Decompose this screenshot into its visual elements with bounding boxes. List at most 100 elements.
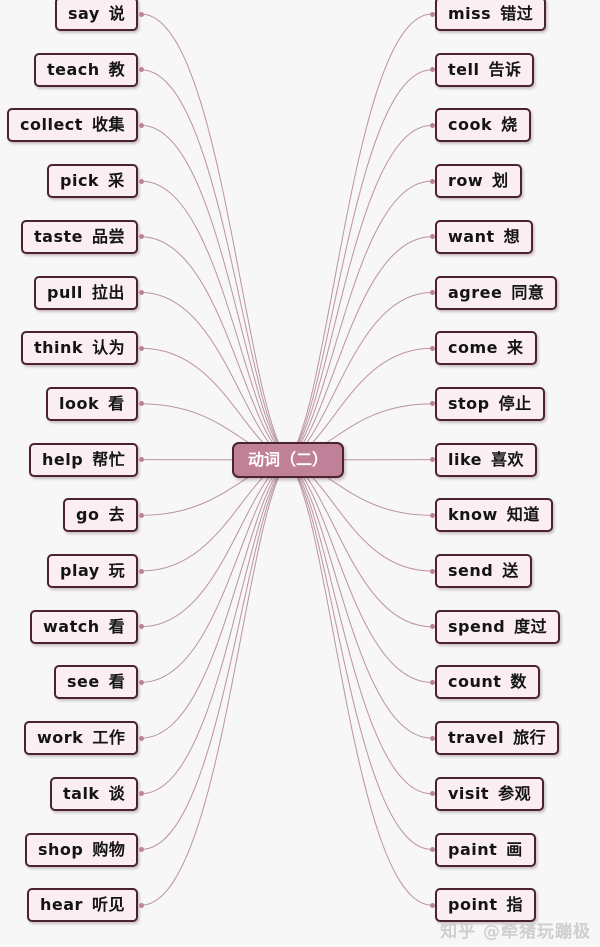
branch-node-look[interactable]: look 看 — [46, 386, 138, 421]
connector-dot-want — [429, 234, 435, 240]
branch-node-hear[interactable]: hear 听见 — [27, 888, 138, 923]
branch-node-english: help — [42, 449, 84, 469]
branch-node-teach[interactable]: teach 教 — [34, 52, 139, 87]
connector-dot-cook — [429, 122, 435, 128]
branch-node-chinese: 说 — [108, 4, 126, 23]
branch-node-chinese: 停止 — [498, 393, 532, 413]
branch-node-english: look — [59, 393, 100, 413]
branch-node-chinese: 去 — [108, 505, 125, 525]
connector-dot-say — [138, 11, 144, 17]
connector-dot-row — [429, 178, 435, 184]
connector-dot-send — [429, 568, 435, 574]
connector-dot-tell — [429, 67, 435, 73]
center-node[interactable]: 动词（二） — [232, 442, 345, 478]
connector-dot-see — [138, 679, 144, 685]
branch-node-collect[interactable]: collect 收集 — [7, 108, 138, 143]
connector-dot-go — [138, 512, 144, 518]
branch-node-english: shop — [38, 839, 84, 859]
branch-node-english: travel — [448, 728, 505, 748]
branch-node-come[interactable]: come 来 — [435, 331, 537, 366]
branch-node-chinese: 看 — [108, 393, 125, 413]
branch-node-english: paint — [448, 839, 498, 859]
connector-dot-look — [138, 401, 144, 407]
branch-node-help[interactable]: help 帮忙 — [29, 442, 139, 477]
branch-node-english: pull — [47, 282, 83, 302]
connector-dot-pick — [138, 178, 144, 184]
branch-node-english: come — [448, 338, 498, 358]
branch-node-watch[interactable]: watch 看 — [30, 609, 139, 644]
branch-node-go[interactable]: go 去 — [63, 498, 138, 533]
branch-node-taste[interactable]: taste 品尝 — [21, 219, 138, 254]
branch-node-work[interactable]: work 工作 — [24, 721, 139, 756]
branch-node-english: stop — [448, 393, 490, 413]
branch-node-chinese: 同意 — [511, 282, 545, 302]
connector-dot-hear — [138, 902, 144, 908]
connector-dot-like — [429, 457, 435, 463]
branch-node-visit[interactable]: visit 参观 — [435, 776, 545, 811]
branch-node-chinese: 工作 — [92, 728, 126, 748]
branch-node-english: point — [448, 895, 498, 915]
branch-node-english: pick — [60, 171, 100, 191]
branch-node-english: send — [448, 561, 494, 580]
branch-node-chinese: 画 — [506, 839, 523, 859]
connector-dot-think — [138, 345, 144, 351]
branch-node-shop[interactable]: shop 购物 — [25, 832, 139, 867]
branch-node-pick[interactable]: pick 采 — [47, 164, 138, 199]
branch-node-english: miss — [448, 4, 492, 23]
branch-node-think[interactable]: think 认为 — [21, 331, 139, 366]
connector-dot-point — [429, 902, 435, 908]
branch-node-english: go — [76, 505, 100, 525]
branch-node-like[interactable]: like 喜欢 — [435, 442, 538, 477]
branch-node-want[interactable]: want 想 — [435, 219, 534, 254]
branch-node-say[interactable]: say 说 — [55, 0, 139, 31]
branch-node-chinese: 认为 — [92, 338, 126, 358]
branch-node-chinese: 收集 — [91, 115, 125, 135]
branch-node-send[interactable]: send 送 — [435, 554, 532, 588]
branch-node-chinese: 看 — [108, 616, 126, 636]
branch-node-pull[interactable]: pull 拉出 — [34, 275, 138, 310]
branch-node-see[interactable]: see 看 — [54, 665, 139, 700]
branch-node-stop[interactable]: stop 停止 — [435, 386, 545, 421]
branch-node-paint[interactable]: paint 画 — [435, 832, 536, 867]
branch-node-english: count — [448, 672, 502, 692]
branch-node-chinese: 谈 — [108, 783, 126, 803]
branch-node-english: taste — [34, 226, 83, 246]
branch-node-miss[interactable]: miss 错过 — [435, 0, 547, 31]
branch-node-english: collect — [20, 115, 83, 135]
branch-node-chinese: 告诉 — [488, 59, 522, 79]
connector-dot-work — [138, 735, 144, 741]
branch-node-english: tell — [448, 59, 480, 79]
connector-dot-collect — [138, 122, 144, 128]
branch-node-english: visit — [448, 783, 490, 803]
connector-dot-taste — [138, 234, 144, 240]
connector-dot-play — [138, 568, 144, 574]
branch-node-english: cook — [448, 115, 493, 135]
branch-node-travel[interactable]: travel 旅行 — [435, 721, 560, 756]
branch-node-english: row — [448, 171, 484, 191]
branch-node-chinese: 采 — [108, 171, 125, 191]
connector-dot-spend — [429, 624, 435, 630]
branch-node-chinese: 数 — [510, 672, 527, 692]
branch-node-english: agree — [448, 282, 503, 302]
branch-node-play[interactable]: play 玩 — [47, 554, 139, 588]
branch-node-chinese: 知道 — [506, 505, 540, 525]
connector-dot-help — [138, 457, 144, 463]
branch-node-row[interactable]: row 划 — [435, 164, 522, 199]
branch-node-agree[interactable]: agree 同意 — [435, 275, 558, 310]
branch-node-spend[interactable]: spend 度过 — [435, 609, 561, 644]
branch-node-chinese: 玩 — [108, 561, 126, 580]
branch-node-chinese: 烧 — [501, 115, 518, 135]
branch-node-talk[interactable]: talk 谈 — [50, 776, 139, 811]
watermark: 知乎 @牵猪玩蹦极 — [440, 917, 591, 942]
connector-dot-travel — [429, 735, 435, 741]
branch-node-english: want — [448, 226, 495, 246]
branch-node-chinese: 购物 — [92, 839, 126, 859]
branch-node-chinese: 想 — [503, 226, 521, 246]
connector-dot-teach — [138, 67, 144, 73]
branch-node-know[interactable]: know 知道 — [435, 498, 553, 533]
branch-node-tell[interactable]: tell 告诉 — [435, 52, 535, 87]
branch-node-english: know — [448, 505, 498, 525]
branch-node-cook[interactable]: cook 烧 — [435, 108, 531, 143]
branch-node-count[interactable]: count 数 — [435, 665, 540, 700]
mindmap-canvas: 动词（二） 知乎 @牵猪玩蹦极 say 说 teach 教 collect 收集 pick 采… — [0, 0, 600, 947]
